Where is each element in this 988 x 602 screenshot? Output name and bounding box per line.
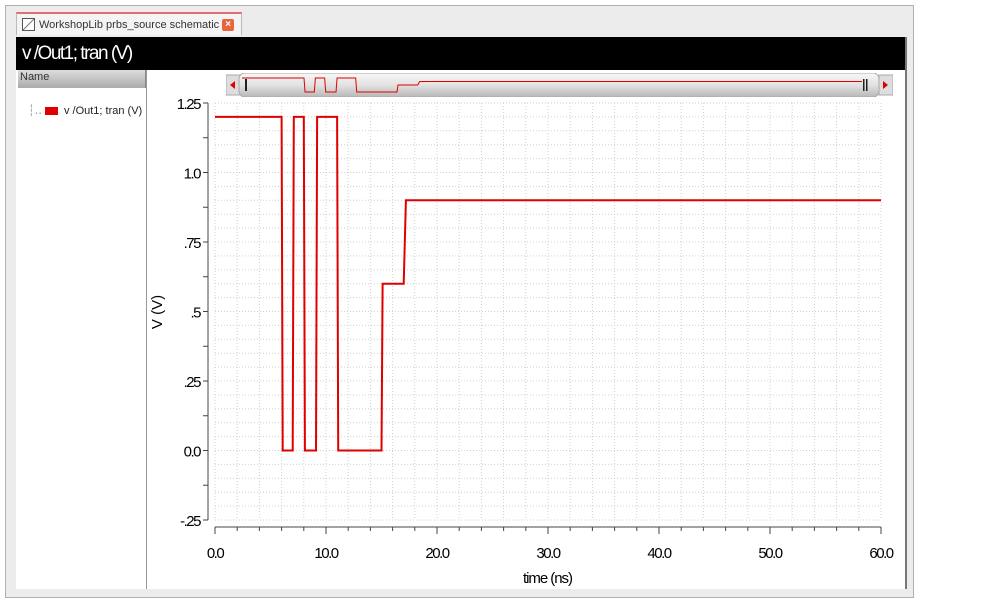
x-tick-label: 50.0 — [758, 545, 782, 562]
x-tick-label: 0.0 — [207, 545, 225, 562]
x-tick-label: 10.0 — [314, 545, 338, 562]
x-tick-label: 40.0 — [647, 545, 671, 562]
y-axis-label: V (V) — [149, 295, 166, 329]
x-tick-label: 60.0 — [869, 545, 893, 562]
y-tick-label: 1.25 — [177, 96, 201, 113]
x-axis-label: time (ns) — [523, 570, 573, 587]
waveform-chart[interactable]: 0.0 10.0 20.0 30.0 40.0 50.0 60.0 1.25 1.0 .75 .5.… — [0, 0, 988, 602]
y-tick-label: .5 — [190, 305, 201, 322]
x-tick-label: 30.0 — [536, 545, 560, 562]
y-tick-label: -.25 — [180, 513, 201, 530]
y-tick-label: .25 — [184, 374, 202, 391]
y-tick-label: 1.0 — [184, 166, 202, 183]
y-tick-label: .75 — [184, 235, 202, 252]
x-tick-label: 20.0 — [425, 545, 449, 562]
y-tick-label: 0.0 — [184, 444, 202, 461]
